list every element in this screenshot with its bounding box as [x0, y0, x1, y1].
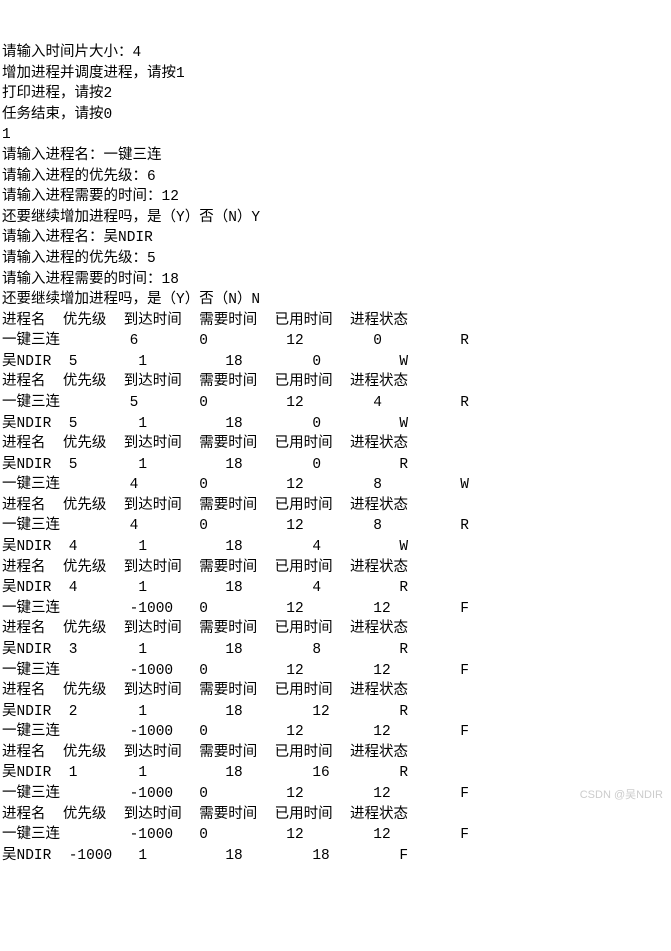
table-header: 进程名 优先级 到达时间 需要时间 已用时间 进程状态 [2, 313, 408, 329]
table-row: 一键三连 -1000 0 12 12 F [2, 724, 469, 740]
table-row: 进程名 优先级 到达时间 需要时间 已用时间 进程状态 [2, 560, 408, 576]
table-row: 一键三连 5 0 12 4 R [2, 395, 469, 411]
table-row: 进程名 优先级 到达时间 需要时间 已用时间 进程状态 [2, 436, 408, 452]
prompt-end: 任务结束，请按0 [2, 107, 112, 123]
prompt-time2: 请输入进程需要的时间：18 [2, 272, 179, 288]
table-row: 吴NDIR -1000 1 18 18 F [2, 848, 408, 864]
prompt-continue2: 还要继续增加进程吗，是（Y）否（N）N [2, 292, 260, 308]
prompt-timeslice: 请输入时间片大小：4 [2, 45, 141, 61]
table-row: 一键三连 -1000 0 12 12 F [2, 827, 469, 843]
table-row: 一键三连 4 0 12 8 W [2, 477, 469, 493]
prompt-continue1: 还要继续增加进程吗，是（Y）否（N）Y [2, 210, 260, 226]
table-row: 进程名 优先级 到达时间 需要时间 已用时间 进程状态 [2, 683, 408, 699]
prompt-print: 打印进程，请按2 [2, 86, 112, 102]
table-row: 一键三连 -1000 0 12 12 F [2, 786, 469, 802]
table-row: 进程名 优先级 到达时间 需要时间 已用时间 进程状态 [2, 807, 408, 823]
table-row: 一键三连 4 0 12 8 R [2, 518, 469, 534]
table-row: 一键三连 -1000 0 12 12 F [2, 663, 469, 679]
table-row: 进程名 优先级 到达时间 需要时间 已用时间 进程状态 [2, 621, 408, 637]
prompt-time1: 请输入进程需要的时间：12 [2, 189, 179, 205]
table-row: 吴NDIR 1 1 18 16 R [2, 765, 408, 781]
console-output: 请输入时间片大小：4 增加进程并调度进程，请按1 打印进程，请按2 任务结束，请… [2, 43, 671, 866]
table-row: 吴NDIR 3 1 18 8 R [2, 642, 408, 658]
prompt-pname1: 请输入进程名：一键三连 [2, 148, 162, 164]
prompt-pname2: 请输入进程名：吴NDIR [2, 230, 153, 246]
table-row: 吴NDIR 2 1 18 12 R [2, 704, 408, 720]
table-row: 一键三连 6 0 12 0 R [2, 333, 469, 349]
table-row: 进程名 优先级 到达时间 需要时间 已用时间 进程状态 [2, 498, 408, 514]
table-row: 吴NDIR 4 1 18 4 R [2, 580, 408, 596]
prompt-add: 增加进程并调度进程，请按1 [2, 66, 185, 82]
table-row: 一键三连 -1000 0 12 12 F [2, 601, 469, 617]
user-choice: 1 [2, 127, 11, 143]
table-row: 吴NDIR 4 1 18 4 W [2, 539, 408, 555]
watermark: CSDN @吴NDIR [580, 788, 663, 804]
table-row: 进程名 优先级 到达时间 需要时间 已用时间 进程状态 [2, 374, 408, 390]
prompt-priority2: 请输入进程的优先级：5 [2, 251, 156, 267]
table-row: 进程名 优先级 到达时间 需要时间 已用时间 进程状态 [2, 745, 408, 761]
table-row: 吴NDIR 5 1 18 0 W [2, 354, 408, 370]
table-row: 吴NDIR 5 1 18 0 R [2, 457, 408, 473]
table-row: 吴NDIR 5 1 18 0 W [2, 416, 408, 432]
prompt-priority1: 请输入进程的优先级：6 [2, 169, 156, 185]
